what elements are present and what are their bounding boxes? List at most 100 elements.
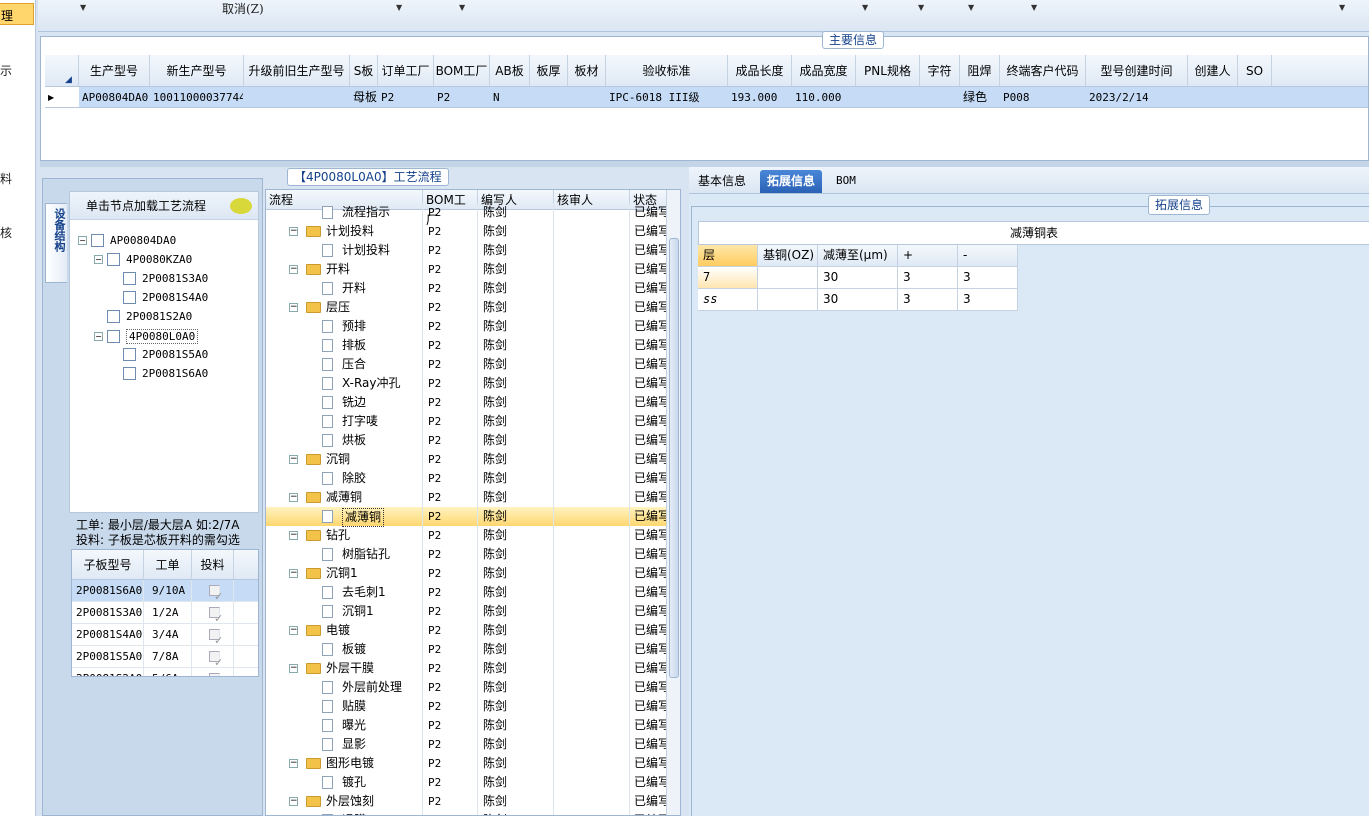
table-cell[interactable]: 母板 (350, 87, 378, 107)
process-row[interactable]: − 钻孔 P2陈剑 已编写 (266, 526, 666, 545)
process-row[interactable]: 树脂钻孔 P2陈剑 已编写 (266, 545, 666, 564)
scroll-thumb[interactable] (669, 238, 679, 678)
dropdown-arrow-icon[interactable]: ▼ (396, 3, 402, 12)
table-cell[interactable] (244, 87, 350, 107)
column-header[interactable]: SO (1238, 55, 1272, 86)
table-cell[interactable]: 绿色 (960, 87, 1000, 107)
collapse-icon[interactable]: − (289, 626, 298, 635)
column-header[interactable]: 成品宽度 (792, 55, 856, 86)
collapse-icon[interactable]: − (289, 569, 298, 578)
table-cell[interactable]: 2023/2/14 (1086, 87, 1188, 107)
checkbox[interactable]: ✓ (209, 607, 223, 625)
process-row[interactable]: − 外层干膜 P2陈剑 已编写 (266, 659, 666, 678)
column-header[interactable]: 投料 (192, 550, 234, 579)
table-cell[interactable] (758, 289, 818, 311)
table-cell[interactable]: 3 (958, 289, 1018, 311)
table-cell[interactable]: P008 (1000, 87, 1086, 107)
process-row[interactable]: 显影 P2陈剑 已编写 (266, 735, 666, 754)
collapse-icon[interactable]: − (94, 332, 103, 341)
collapse-icon[interactable]: − (94, 255, 103, 264)
process-row[interactable]: − 外层蚀刻 P2陈剑 已编写 (266, 792, 666, 811)
column-header[interactable]: 型号创建时间 (1086, 55, 1188, 86)
process-row[interactable]: 去毛刺1 P2陈剑 已编写 (266, 583, 666, 602)
process-row[interactable]: 计划投料 P2陈剑 已编写 (266, 241, 666, 260)
column-header[interactable]: S板 (350, 55, 378, 86)
column-header[interactable]: 生产型号 (79, 55, 150, 86)
process-row[interactable]: − 电镀 P2陈剑 已编写 (266, 621, 666, 640)
column-header[interactable]: 减薄至(μm) (818, 245, 898, 267)
table-cell[interactable] (530, 87, 568, 107)
table-cell[interactable]: AP00804DA0 (79, 87, 150, 107)
dropdown-arrow-icon[interactable]: ▼ (459, 3, 465, 12)
process-row[interactable]: 流程指示 P2陈剑 已编写 (266, 203, 666, 222)
dropdown-arrow-icon[interactable]: ▼ (80, 3, 86, 12)
tab-bom[interactable]: BOM (829, 170, 863, 193)
collapse-icon[interactable]: − (289, 531, 298, 540)
tree-node[interactable]: − 4P0080L0A0 (94, 329, 199, 344)
collapse-icon[interactable]: − (289, 493, 298, 502)
table-cell[interactable]: P2 (378, 87, 434, 107)
column-header[interactable]: 字符 (920, 55, 960, 86)
process-row[interactable]: 烘板 P2陈剑 已编写 (266, 431, 666, 450)
table-row[interactable]: 2P0081S4A0 3/4A ✓ (72, 624, 258, 647)
collapse-icon[interactable]: − (289, 303, 298, 312)
table-cell[interactable] (856, 87, 920, 107)
checkbox[interactable]: ✓ (209, 585, 223, 603)
column-header[interactable]: 验收标准 (606, 55, 728, 86)
table-row[interactable]: ss 30 3 3 (698, 289, 1020, 311)
tab-basic-info[interactable]: 基本信息 (691, 170, 753, 193)
column-header[interactable]: 板厚 (530, 55, 568, 86)
table-cell[interactable]: 3 (958, 267, 1018, 289)
process-row[interactable]: − 沉铜1 P2陈剑 已编写 (266, 564, 666, 583)
tree-node[interactable]: − 4P0080KZA0 (94, 253, 192, 266)
column-header[interactable]: 板材 (568, 55, 606, 86)
process-row[interactable]: − 开料 P2陈剑 已编写 (266, 260, 666, 279)
nav-item[interactable]: 料 (0, 170, 12, 187)
table-row[interactable]: 2P0081S2A05/6A ✓ (72, 668, 258, 676)
chat-bubble-icon[interactable] (230, 198, 252, 214)
column-header[interactable]: 子板型号 (72, 550, 144, 579)
nav-item-selected[interactable]: 理 (0, 3, 34, 25)
column-header[interactable]: 基铜(OZ) (758, 245, 818, 267)
process-row[interactable]: − 图形电镀 P2陈剑 已编写 (266, 754, 666, 773)
table-cell[interactable]: ss (698, 289, 758, 311)
cancel-button[interactable]: 取消(Z) (222, 0, 264, 17)
column-header[interactable]: 成品长度 (728, 55, 792, 86)
process-row[interactable]: − 计划投料 P2陈剑 已编写 (266, 222, 666, 241)
dropdown-arrow-icon[interactable]: ▼ (862, 3, 868, 12)
collapse-icon[interactable]: − (289, 455, 298, 464)
collapse-icon[interactable]: − (289, 797, 298, 806)
collapse-icon[interactable]: − (289, 664, 298, 673)
column-header[interactable]: - (958, 245, 1018, 267)
table-row[interactable]: ▶ AP00804DA0 10011000037744 母板 P2 P2 N IPC-6018… (45, 87, 1368, 108)
vertical-scrollbar[interactable] (666, 190, 680, 815)
table-cell[interactable]: 30 (818, 289, 898, 311)
table-row[interactable]: 2P0081S6A0 9/10A ✓ (72, 580, 258, 603)
process-row[interactable]: 沉铜1 P2陈剑 已编写 (266, 602, 666, 621)
process-row[interactable]: 减薄铜 P2陈剑 已编写 (266, 507, 666, 527)
column-header[interactable]: 新生产型号 (150, 55, 244, 86)
process-row[interactable]: 贴膜 P2陈剑 已编写 (266, 697, 666, 716)
dropdown-arrow-icon[interactable]: ▼ (1031, 3, 1037, 12)
table-cell[interactable]: 10011000037744 (150, 87, 244, 107)
table-cell[interactable] (920, 87, 960, 107)
process-row[interactable]: 打字唛 P2陈剑 已编写 (266, 412, 666, 431)
column-header[interactable]: 阻焊 (960, 55, 1000, 86)
tree-node[interactable]: 2P0081S2A0 (94, 310, 192, 323)
process-row[interactable]: 铣边 P2陈剑 已编写 (266, 393, 666, 412)
checkbox[interactable]: ✓ (209, 629, 223, 647)
dropdown-arrow-icon[interactable]: ▼ (918, 3, 924, 12)
process-row[interactable]: − 减薄铜 P2陈剑 已编写 (266, 488, 666, 507)
column-header[interactable]: 终端客户代码 (1000, 55, 1086, 86)
column-header[interactable]: AB板 (490, 55, 530, 86)
table-row[interactable]: 2P0081S3A0 1/2A ✓ (72, 602, 258, 625)
process-row[interactable]: − 层压 P2陈剑 已编写 (266, 298, 666, 317)
collapse-icon[interactable]: − (289, 759, 298, 768)
dropdown-arrow-icon[interactable]: ▼ (1339, 3, 1345, 12)
tab-extended-info[interactable]: 拓展信息 (760, 170, 823, 193)
column-header[interactable]: + (898, 245, 958, 267)
table-cell[interactable]: P2 (434, 87, 490, 107)
nav-item[interactable]: 核 (0, 224, 12, 241)
table-row[interactable]: 7 30 3 3 (698, 267, 1020, 289)
tree-node[interactable]: 2P0081S4A0 (110, 291, 208, 304)
